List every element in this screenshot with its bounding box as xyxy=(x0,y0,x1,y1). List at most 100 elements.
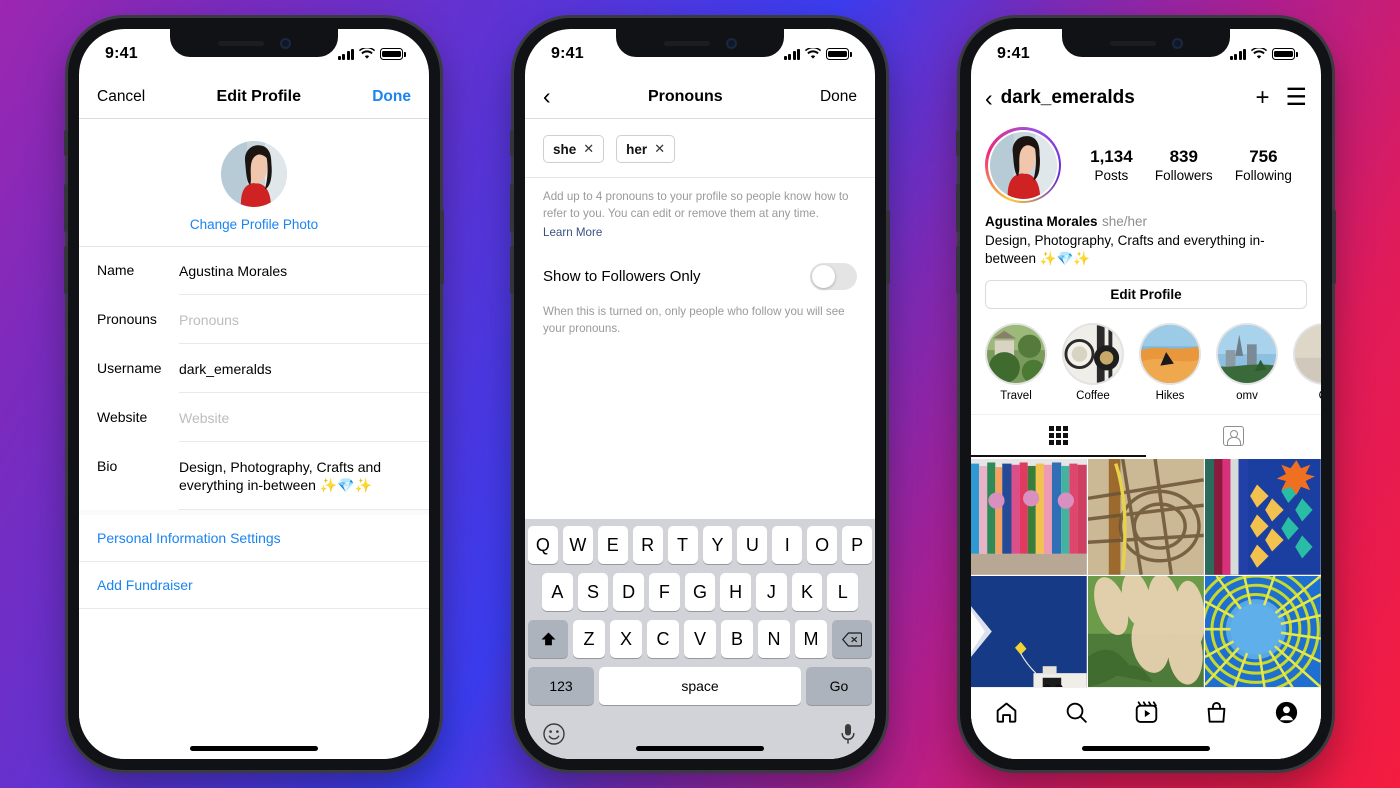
key-m[interactable]: M xyxy=(795,620,827,658)
field-pronouns[interactable]: Pronouns Pronouns xyxy=(79,296,429,345)
go-key[interactable]: Go xyxy=(806,667,872,705)
key-j[interactable]: J xyxy=(756,573,787,611)
key-s[interactable]: S xyxy=(577,573,609,611)
username-input[interactable]: dark_emeralds xyxy=(179,345,429,394)
home-indicator[interactable] xyxy=(1082,746,1210,751)
volume-up-button[interactable] xyxy=(510,184,514,232)
change-profile-photo-button[interactable]: Change Profile Photo xyxy=(79,217,429,232)
cancel-button[interactable]: Cancel xyxy=(97,88,145,106)
back-button[interactable]: ‹ xyxy=(985,86,993,110)
power-button[interactable] xyxy=(440,210,444,284)
stat-followers[interactable]: 839 Followers xyxy=(1155,147,1213,183)
highlight-travel[interactable]: Travel xyxy=(985,323,1047,402)
on-screen-keyboard[interactable]: Q W E R T Y U I O P A S D F G H J K L Z … xyxy=(525,519,875,759)
story-ring[interactable] xyxy=(985,127,1061,203)
home-icon[interactable] xyxy=(994,700,1019,725)
key-z[interactable]: Z xyxy=(573,620,605,658)
bio-input[interactable]: Design, Photography, Crafts and everythi… xyxy=(179,443,429,510)
home-indicator[interactable] xyxy=(190,746,318,751)
highlight-hikes[interactable]: Hikes xyxy=(1139,323,1201,402)
grid-photo[interactable] xyxy=(1088,458,1204,575)
volume-down-button[interactable] xyxy=(956,246,960,294)
key-u[interactable]: U xyxy=(737,526,768,564)
key-a[interactable]: A xyxy=(541,573,573,611)
shop-icon[interactable] xyxy=(1204,700,1229,725)
learn-more-link[interactable]: Learn More xyxy=(543,225,602,242)
highlight-ci[interactable]: Ci xyxy=(1293,323,1321,402)
key-n[interactable]: N xyxy=(758,620,790,658)
show-to-followers-toggle[interactable] xyxy=(810,263,857,291)
space-key[interactable]: space xyxy=(599,667,801,705)
key-d[interactable]: D xyxy=(613,573,644,611)
close-icon[interactable]: ✕ xyxy=(583,141,594,157)
key-t[interactable]: T xyxy=(667,526,698,564)
field-website[interactable]: Website Website xyxy=(79,394,429,443)
grid-photo[interactable] xyxy=(971,576,1087,692)
pronouns-input[interactable]: Pronouns xyxy=(179,296,429,345)
backspace-key[interactable] xyxy=(832,620,872,658)
mute-switch[interactable] xyxy=(510,130,514,156)
back-button[interactable]: ‹ xyxy=(543,85,551,108)
reels-icon[interactable] xyxy=(1134,700,1159,725)
stat-following[interactable]: 756 Following xyxy=(1235,147,1292,183)
pronoun-chip[interactable]: her ✕ xyxy=(616,135,676,163)
shift-key[interactable] xyxy=(528,620,568,658)
key-v[interactable]: V xyxy=(684,620,716,658)
search-icon[interactable] xyxy=(1064,700,1089,725)
power-button[interactable] xyxy=(1332,210,1336,284)
show-to-followers-row[interactable]: Show to Followers Only xyxy=(525,241,875,302)
field-bio[interactable]: Bio Design, Photography, Crafts and ever… xyxy=(79,443,429,510)
grid-photo[interactable] xyxy=(1088,576,1204,692)
key-e[interactable]: E xyxy=(597,526,628,564)
key-p[interactable]: P xyxy=(842,526,873,564)
volume-down-button[interactable] xyxy=(64,246,68,294)
hamburger-menu-icon[interactable]: ☰ xyxy=(1285,86,1307,110)
field-name[interactable]: Name Agustina Morales xyxy=(79,247,429,296)
numbers-key[interactable]: 123 xyxy=(528,667,594,705)
key-y[interactable]: Y xyxy=(702,526,733,564)
power-button[interactable] xyxy=(886,210,890,284)
key-g[interactable]: G xyxy=(684,573,716,611)
done-button[interactable]: Done xyxy=(372,88,411,106)
grid-photo[interactable] xyxy=(1205,458,1321,575)
field-username[interactable]: Username dark_emeralds xyxy=(79,345,429,394)
avatar[interactable] xyxy=(989,131,1057,199)
mute-switch[interactable] xyxy=(956,130,960,156)
tab-grid[interactable] xyxy=(971,415,1146,458)
website-input[interactable]: Website xyxy=(179,394,429,443)
key-o[interactable]: O xyxy=(807,526,838,564)
name-input[interactable]: Agustina Morales xyxy=(179,247,429,296)
stat-posts[interactable]: 1,134 Posts xyxy=(1090,147,1133,183)
grid-photo[interactable] xyxy=(971,458,1087,575)
done-button[interactable]: Done xyxy=(820,88,857,106)
avatar[interactable] xyxy=(221,141,287,207)
key-r[interactable]: R xyxy=(632,526,663,564)
personal-information-settings-link[interactable]: Personal Information Settings xyxy=(79,509,429,562)
home-indicator[interactable] xyxy=(636,746,764,751)
highlight-omv[interactable]: omv xyxy=(1216,323,1278,402)
add-icon[interactable]: + xyxy=(1255,86,1269,110)
key-i[interactable]: I xyxy=(772,526,803,564)
volume-up-button[interactable] xyxy=(64,184,68,232)
key-l[interactable]: L xyxy=(827,573,859,611)
tab-tagged[interactable] xyxy=(1146,415,1321,457)
key-w[interactable]: W xyxy=(562,526,593,564)
key-b[interactable]: B xyxy=(721,620,753,658)
key-k[interactable]: K xyxy=(791,573,823,611)
key-x[interactable]: X xyxy=(610,620,642,658)
mute-switch[interactable] xyxy=(64,130,68,156)
volume-up-button[interactable] xyxy=(956,184,960,232)
key-h[interactable]: H xyxy=(720,573,752,611)
profile-icon[interactable] xyxy=(1274,700,1299,725)
highlight-coffee[interactable]: Coffee xyxy=(1062,323,1124,402)
grid-photo[interactable] xyxy=(1205,576,1321,692)
microphone-icon[interactable] xyxy=(838,722,858,746)
pronoun-chip[interactable]: she ✕ xyxy=(543,135,605,163)
key-c[interactable]: C xyxy=(647,620,679,658)
close-icon[interactable]: ✕ xyxy=(654,141,665,157)
add-fundraiser-link[interactable]: Add Fundraiser xyxy=(79,562,429,609)
key-f[interactable]: F xyxy=(649,573,680,611)
emoji-icon[interactable] xyxy=(542,722,566,746)
key-q[interactable]: Q xyxy=(527,526,558,564)
volume-down-button[interactable] xyxy=(510,246,514,294)
